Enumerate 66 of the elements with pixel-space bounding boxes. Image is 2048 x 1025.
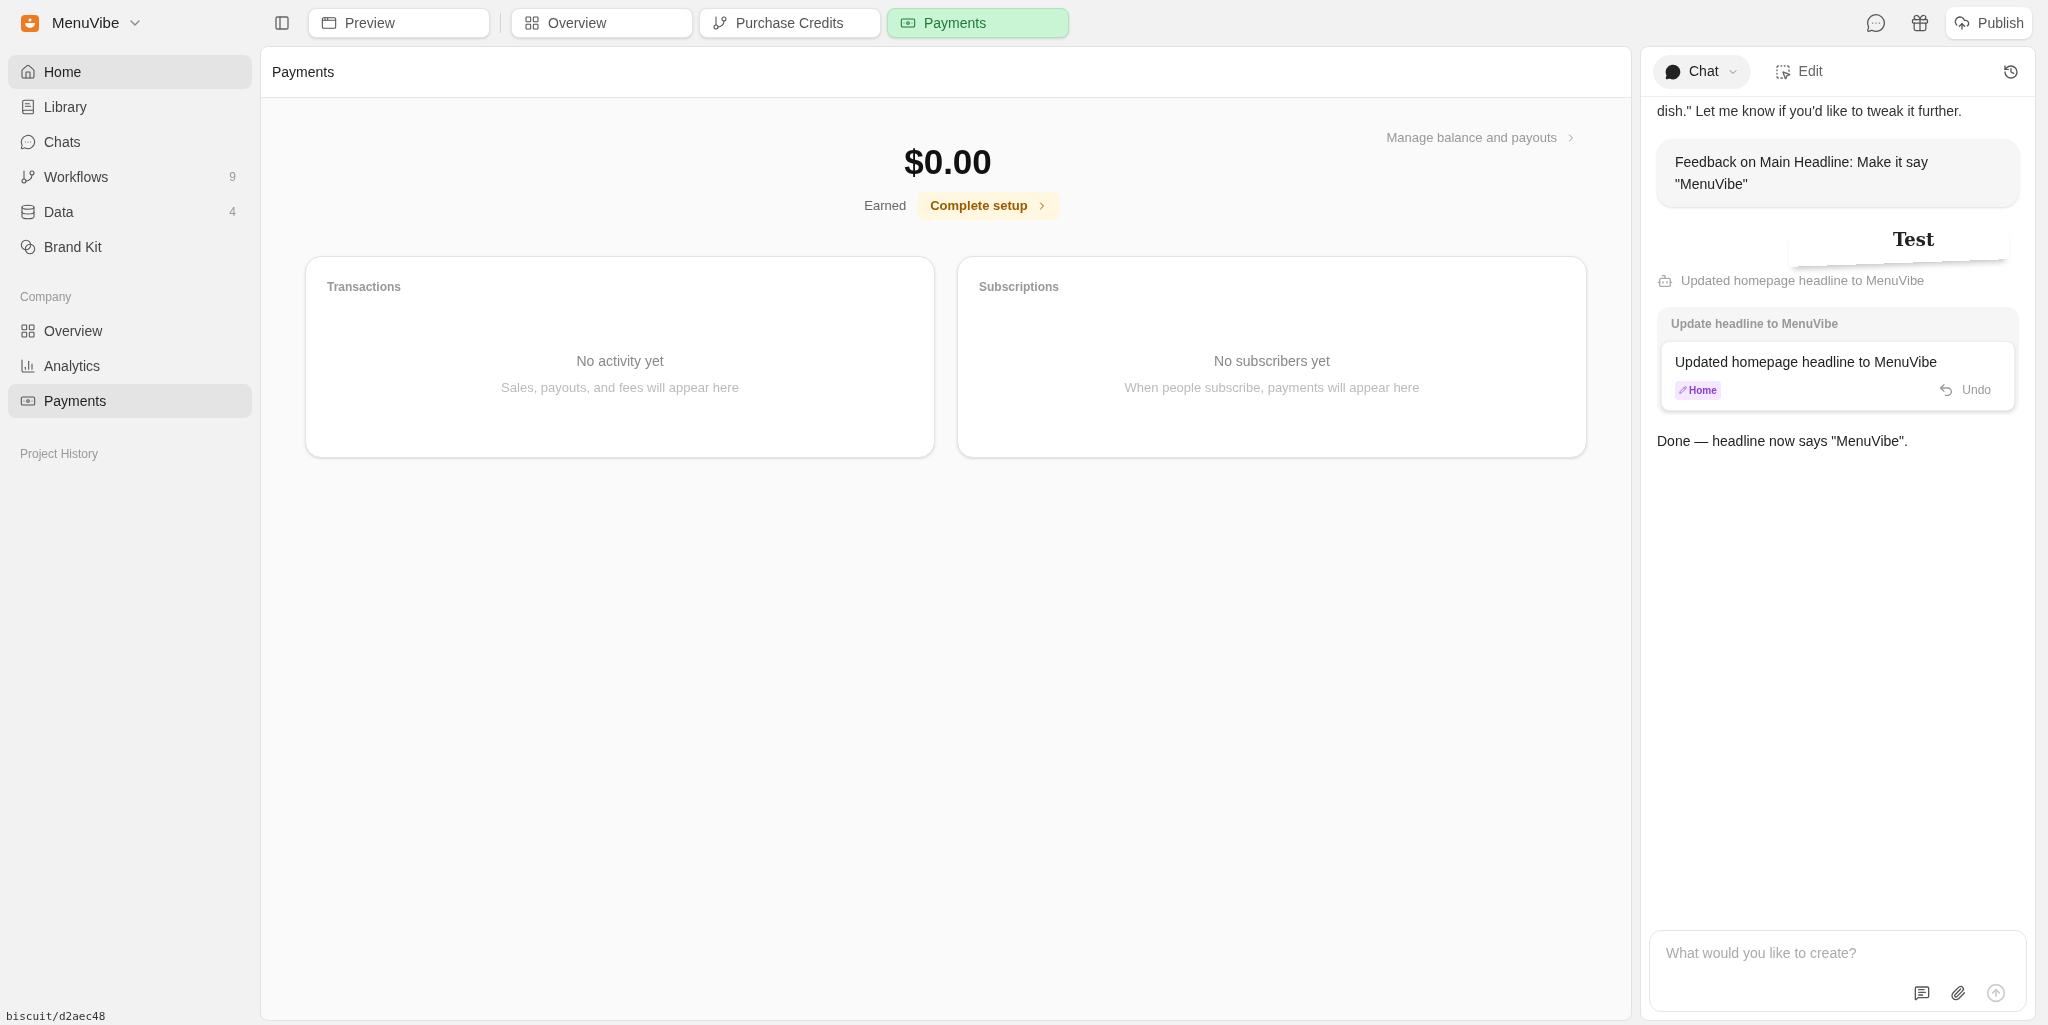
- status-text: Updated homepage headline to MenuVibe: [1681, 272, 1925, 290]
- sidebar-item[interactable]: Home: [8, 55, 252, 89]
- chat-bubble-icon: [1665, 63, 1681, 80]
- card-title: Subscriptions: [979, 279, 1060, 296]
- empty-title: No activity yet: [576, 352, 664, 371]
- page-thumbnail: Test: [1789, 223, 2009, 267]
- empty-text: When people subscribe, payments will appear here: [1124, 379, 1420, 397]
- card-title: Transactions: [327, 279, 403, 296]
- page-tag: Home: [1675, 380, 1721, 400]
- sidebar-item[interactable]: Workflows 9: [8, 160, 252, 194]
- section-heading: Company: [19, 289, 73, 306]
- change-title: Updated homepage headline to MenuVibe: [1675, 352, 1939, 372]
- tab[interactable]: Payments: [887, 8, 1069, 38]
- sidebar-toggle-icon[interactable]: [274, 15, 290, 31]
- circles-icon: [20, 239, 36, 255]
- bot-icon: [1657, 272, 1673, 289]
- database-icon: [20, 204, 36, 220]
- sidebar-item[interactable]: Library: [8, 90, 252, 124]
- chat-bubble-icon: [20, 134, 36, 150]
- logo-icon: [20, 13, 40, 33]
- book-icon: [20, 99, 36, 115]
- cloud-upload-icon: [1954, 15, 1971, 31]
- sidebar-item[interactable]: Chats: [8, 125, 252, 159]
- grid-icon: [20, 323, 36, 339]
- publish-button[interactable]: Publish: [1946, 7, 2032, 39]
- sidebar-item[interactable]: Brand Kit: [8, 230, 252, 264]
- sidebar-item[interactable]: Analytics: [8, 349, 252, 383]
- tab[interactable]: Preview: [308, 8, 490, 38]
- chat-tab[interactable]: Edit: [1762, 54, 1835, 89]
- undo-icon: [1938, 382, 1955, 398]
- paperclip-icon[interactable]: [1950, 985, 1966, 1001]
- grid-icon: [524, 15, 540, 31]
- empty-title: No subscribers yet: [1214, 352, 1330, 371]
- chat-tab[interactable]: Chat: [1653, 54, 1751, 89]
- comment-icon[interactable]: [1914, 985, 1930, 1001]
- sidebar-item[interactable]: Data 4: [8, 195, 252, 229]
- item-count: 9: [229, 169, 237, 186]
- balance-amount: $0.00: [904, 140, 992, 183]
- chat-bubble-icon[interactable]: [1866, 13, 1887, 33]
- sidebar-item[interactable]: Payments: [8, 384, 252, 418]
- prompt-placeholder: What would you like to create?: [1666, 944, 1858, 963]
- gift-icon[interactable]: [1910, 13, 1931, 33]
- user-message: Feedback on Main Headline: Make it say "MenuVibe": [1657, 139, 2019, 207]
- selection-icon: [1774, 63, 1791, 80]
- branch-icon: [712, 15, 728, 31]
- window-icon: [321, 15, 337, 31]
- banknote-icon: [900, 15, 916, 31]
- tab[interactable]: Overview: [511, 8, 693, 38]
- complete-setup-button[interactable]: Complete setup: [918, 192, 1060, 220]
- pencil-icon: [1679, 386, 1687, 394]
- change-heading: Update headline to MenuVibe: [1670, 315, 1840, 333]
- home-icon: [20, 64, 36, 80]
- page-title: Payments: [272, 62, 335, 82]
- assistant-message: Done — headline now says "MenuVibe".: [1657, 431, 1909, 451]
- history-icon[interactable]: [2003, 63, 2019, 80]
- branch-icon: [20, 169, 36, 185]
- app-name[interactable]: MenuVibe: [52, 11, 120, 35]
- version-label: biscuit/d2aec48: [6, 1008, 107, 1025]
- amount-label: Earned: [864, 197, 907, 216]
- item-count: 4: [229, 204, 237, 221]
- tab[interactable]: Purchase Credits: [699, 8, 881, 38]
- banknote-icon: [20, 393, 36, 409]
- chart-icon: [20, 358, 36, 374]
- sidebar-item[interactable]: Overview: [8, 314, 252, 348]
- empty-text: Sales, payouts, and fees will appear here: [501, 379, 739, 397]
- chat-message: dish." Let me know if you'd like to tweak it further.: [1657, 102, 1963, 121]
